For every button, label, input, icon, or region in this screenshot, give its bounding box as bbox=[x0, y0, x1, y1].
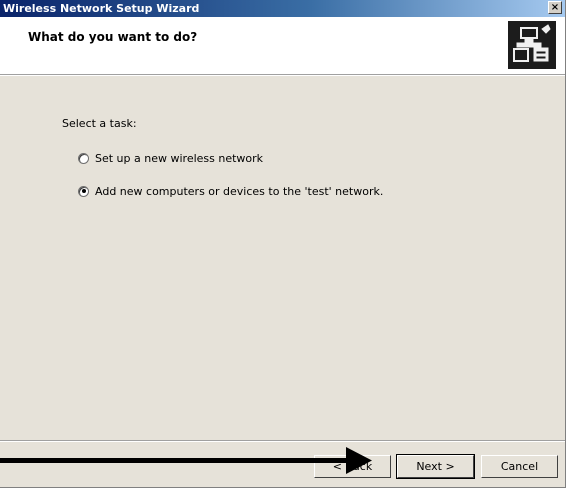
wizard-header: What do you want to do? bbox=[0, 17, 565, 75]
footer-divider bbox=[0, 440, 565, 442]
radio-add-devices[interactable] bbox=[78, 185, 89, 197]
network-computers-icon bbox=[508, 21, 556, 69]
page-title: What do you want to do? bbox=[28, 30, 198, 44]
title-bar[interactable]: Wireless Network Setup Wizard × bbox=[0, 0, 565, 17]
header-divider bbox=[0, 75, 565, 76]
option-new-network[interactable]: Set up a new wireless network bbox=[78, 150, 263, 166]
next-button[interactable]: Next > bbox=[396, 454, 475, 479]
close-button[interactable]: × bbox=[548, 1, 562, 14]
option-new-network-label[interactable]: Set up a new wireless network bbox=[95, 152, 263, 165]
pointer-arrow-icon bbox=[0, 447, 372, 474]
window-title: Wireless Network Setup Wizard bbox=[3, 2, 200, 15]
task-label: Select a task: bbox=[62, 117, 137, 130]
cancel-button[interactable]: Cancel bbox=[481, 455, 558, 478]
wizard-window: Wireless Network Setup Wizard × What do … bbox=[0, 0, 566, 488]
radio-new-network[interactable] bbox=[78, 152, 89, 164]
close-icon: × bbox=[550, 2, 560, 13]
option-add-devices-label[interactable]: Add new computers or devices to the 'tes… bbox=[95, 185, 383, 198]
option-add-devices[interactable]: Add new computers or devices to the 'tes… bbox=[78, 183, 383, 199]
